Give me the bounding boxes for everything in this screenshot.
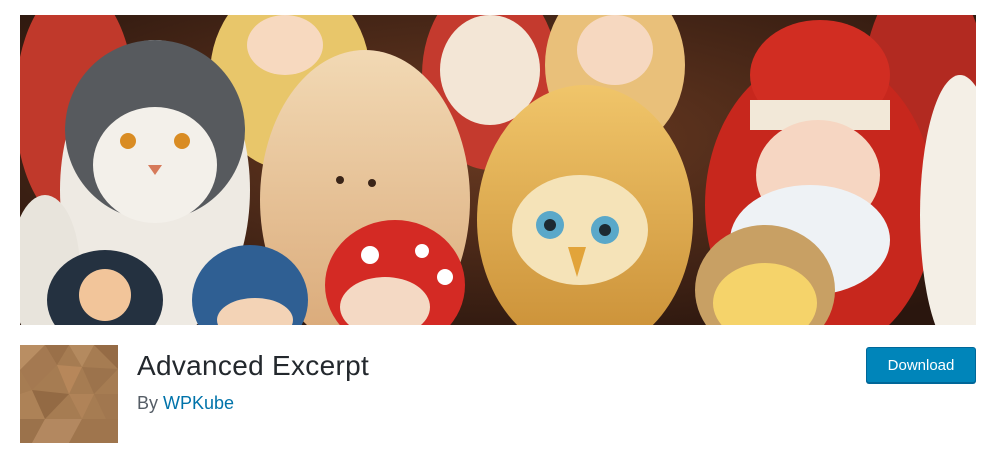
download-button[interactable]: Download [866,347,976,383]
matryoshka-banner-image [20,15,976,325]
author-link[interactable]: WPKube [163,393,234,413]
plugin-banner [20,15,976,325]
plugin-icon [20,345,118,443]
plugin-byline: By WPKube [137,393,234,414]
by-label: By [137,393,159,413]
plugin-title: Advanced Excerpt [137,350,370,381]
